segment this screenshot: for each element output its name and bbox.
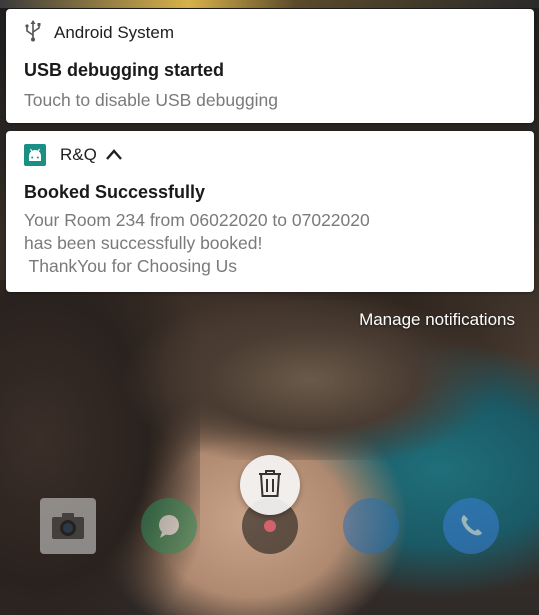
notification-app-name: Android System [54, 23, 174, 42]
notification-text: Touch to disable USB debugging [24, 90, 278, 110]
messages-icon[interactable] [141, 498, 197, 554]
wallpaper-top-strip [0, 0, 539, 8]
notification-title: Booked Successfully [24, 182, 206, 202]
camera-icon[interactable] [40, 498, 96, 554]
notification-usb-debugging[interactable]: Android System USB debugging started Tou… [6, 9, 534, 123]
notification-header: Android System [24, 19, 174, 47]
usb-icon [24, 19, 42, 47]
manage-notifications-button[interactable]: Manage notifications [359, 310, 515, 330]
trash-icon [256, 468, 284, 503]
chevron-up-icon[interactable] [105, 146, 123, 164]
notification-text: Your Room 234 from 06022020 to 07022020 … [24, 210, 370, 276]
notification-booking[interactable]: R&Q Booked Successfully Your Room 234 fr… [6, 131, 534, 292]
clear-all-button[interactable] [240, 455, 300, 515]
android-icon [24, 144, 46, 166]
lock-screen: Android System USB debugging started Tou… [0, 0, 539, 615]
notification-title: USB debugging started [24, 60, 225, 80]
notification-header: R&Q [24, 143, 123, 167]
browser-icon[interactable] [343, 498, 399, 554]
notification-app-name: R&Q [60, 145, 97, 164]
phone-icon[interactable] [443, 498, 499, 554]
